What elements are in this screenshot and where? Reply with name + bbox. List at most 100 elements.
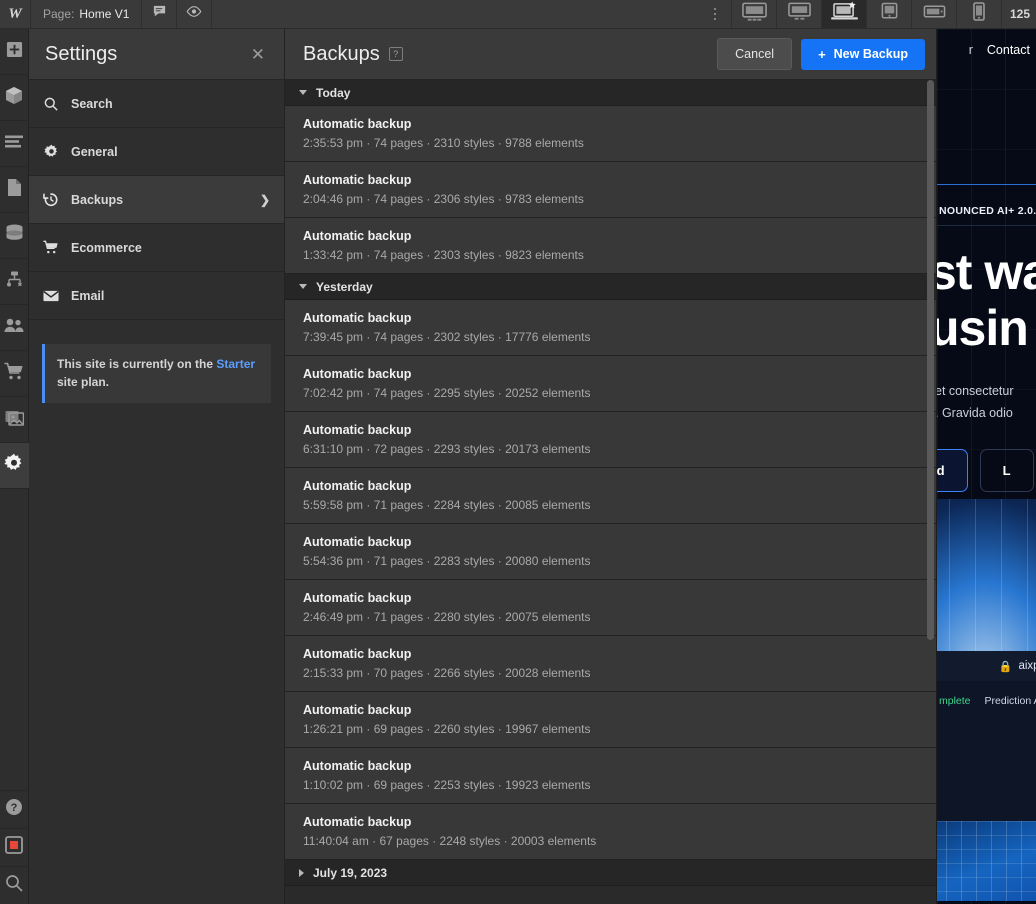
rail-settings[interactable] — [0, 443, 29, 489]
breakpoint-tablet[interactable] — [867, 0, 912, 28]
mobile-icon — [972, 2, 986, 27]
rail-ecommerce[interactable] — [0, 351, 29, 397]
backup-row[interactable]: Automatic backup11:40:04 am · 67 pages ·… — [285, 804, 936, 860]
rail-search[interactable] — [0, 866, 29, 904]
new-backup-button[interactable]: + New Backup — [801, 39, 925, 70]
logic-node-icon — [5, 271, 24, 293]
plus-square-icon — [6, 41, 23, 63]
backup-row[interactable]: Automatic backup6:31:10 pm · 72 pages · … — [285, 412, 936, 468]
layers-icon — [5, 135, 23, 153]
chevron-down-icon — [299, 284, 307, 289]
gear-icon — [43, 144, 59, 159]
backup-meta: 5:59:58 pm · 71 pages · 2284 styles · 20… — [303, 498, 918, 512]
cart-icon — [4, 362, 24, 385]
announcement-bottom-rule — [937, 225, 1036, 226]
plan-notice-suffix: site plan. — [57, 375, 109, 389]
cancel-button[interactable]: Cancel — [717, 38, 792, 70]
page-selector[interactable]: Page: Home V1 — [31, 0, 142, 28]
question-circle-icon: ? — [5, 798, 23, 821]
page-title: Settings — [45, 43, 117, 66]
hero-primary-button[interactable]: rted — [937, 449, 968, 492]
browser-url-bar: 🔒 aixplus.c — [937, 651, 1036, 681]
hero-paragraph-line1: et consectetur — [937, 381, 1036, 403]
preview-toggle-button[interactable] — [177, 0, 212, 28]
zoom-level[interactable]: 125 — [1002, 0, 1036, 28]
sidebar-item-backups[interactable]: Backups ❯ — [29, 176, 284, 224]
mobile-landscape-icon — [923, 3, 946, 25]
sidebar-item-email[interactable]: Email — [29, 272, 284, 320]
rail-assets[interactable] — [0, 397, 29, 443]
backup-title: Automatic backup — [303, 423, 918, 437]
backup-row[interactable]: Automatic backup5:54:36 pm · 71 pages · … — [285, 524, 936, 580]
comments-button[interactable] — [142, 0, 177, 28]
envelope-icon — [43, 290, 59, 302]
more-options-button[interactable] — [698, 0, 732, 28]
backup-title: Automatic backup — [303, 367, 918, 381]
backup-row[interactable]: Automatic backup2:46:49 pm · 71 pages · … — [285, 580, 936, 636]
rail-logic[interactable] — [0, 259, 29, 305]
nav-partial-item[interactable]: r — [969, 43, 973, 57]
backup-row[interactable]: Automatic backup 7:02:42 pm · 74 pages · … — [285, 356, 936, 412]
backup-meta: 5:54:36 pm · 71 pages · 2283 styles · 20… — [303, 554, 918, 568]
stat-complete: mplete — [939, 695, 971, 707]
rail-navigator[interactable] — [0, 121, 29, 167]
rail-pages[interactable] — [0, 167, 29, 213]
backup-row[interactable]: Automatic backup5:59:58 pm · 71 pages · … — [285, 468, 936, 524]
rail-add-elements[interactable] — [0, 29, 29, 75]
users-icon — [4, 318, 24, 338]
backup-row[interactable]: Automatic backup2:04:46 pm · 74 pages · … — [285, 162, 936, 218]
backups-group-header[interactable]: July 19, 2023 — [285, 860, 936, 886]
rail-users[interactable] — [0, 305, 29, 351]
scrollbar-thumb[interactable] — [927, 80, 934, 640]
backup-meta: 7:02:42 pm · 74 pages · 2295 styles · 20… — [303, 386, 918, 400]
breakpoint-desktop[interactable] — [777, 0, 822, 28]
rail-video-tutorials[interactable] — [0, 828, 29, 866]
backups-title: Backups? — [303, 43, 403, 66]
hero-heading-line2: usin — [937, 300, 1036, 356]
backups-group-header[interactable]: Today — [285, 80, 936, 106]
backup-row[interactable]: Automatic backup2:15:33 pm · 70 pages · … — [285, 636, 936, 692]
backup-title: Automatic backup — [303, 117, 918, 131]
breakpoint-mobile[interactable] — [957, 0, 1002, 28]
webflow-designer: W Page: Home V1 — [0, 0, 1036, 904]
hero-secondary-button[interactable]: L — [980, 449, 1034, 492]
hero-paragraph-line2: . Gravida odio — [937, 403, 1036, 425]
rail-bottom-group: ? — [0, 790, 29, 904]
sidebar-item-ecommerce[interactable]: Ecommerce — [29, 224, 284, 272]
breakpoint-desktop-large[interactable] — [732, 0, 777, 28]
sidebar-item-search[interactable]: Search — [29, 80, 284, 128]
breakpoint-mobile-landscape[interactable] — [912, 0, 957, 28]
backups-group-label: July 19, 2023 — [313, 866, 387, 880]
backups-group-header[interactable]: Yesterday — [285, 274, 936, 300]
rail-cms[interactable] — [0, 213, 29, 259]
backup-row[interactable]: Automatic backup2:35:53 pm · 74 pages · … — [285, 106, 936, 162]
breakpoint-base-active[interactable] — [822, 0, 867, 28]
images-icon — [5, 409, 24, 431]
tablet-portrait-icon — [880, 2, 899, 27]
sidebar-item-general[interactable]: General — [29, 128, 284, 176]
backup-title: Automatic backup — [303, 229, 918, 243]
backups-list[interactable]: TodayAutomatic backup2:35:53 pm · 74 pag… — [285, 80, 936, 904]
browser-url-text: aixplus.c — [1018, 660, 1036, 672]
site-nav: r Contact — [937, 43, 1036, 57]
backup-row[interactable]: Automatic backup7:39:45 pm · 74 pages · … — [285, 300, 936, 356]
backup-row[interactable]: Automatic backup 1:33:42 pm · 74 pages · … — [285, 218, 936, 274]
webflow-logo[interactable]: W — [0, 0, 31, 28]
plan-upgrade-link[interactable]: Starter — [216, 357, 255, 371]
backup-title: Automatic backup — [303, 815, 918, 829]
sidebar-item-label: Backups — [71, 193, 123, 207]
help-badge-icon[interactable]: ? — [389, 47, 403, 61]
close-icon[interactable]: ✕ — [248, 44, 268, 65]
rail-components[interactable] — [0, 75, 29, 121]
rail-help[interactable]: ? — [0, 790, 29, 828]
backups-scrollbar[interactable] — [927, 80, 934, 904]
backup-meta: 1:33:42 pm · 74 pages · 2303 styles · 98… — [303, 248, 918, 262]
search-icon — [5, 874, 23, 897]
backup-row[interactable]: Automatic backup1:10:02 pm · 69 pages · … — [285, 748, 936, 804]
sidebar-item-label: Email — [71, 289, 104, 303]
top-bar: W Page: Home V1 — [0, 0, 1036, 29]
design-canvas[interactable]: r Contact NOUNCED AI+ 2.0. st wa usin et… — [937, 29, 1036, 904]
nav-item-contact[interactable]: Contact — [987, 43, 1030, 57]
backup-row[interactable]: Automatic backup1:26:21 pm · 69 pages · … — [285, 692, 936, 748]
backup-title: Automatic backup — [303, 703, 918, 717]
